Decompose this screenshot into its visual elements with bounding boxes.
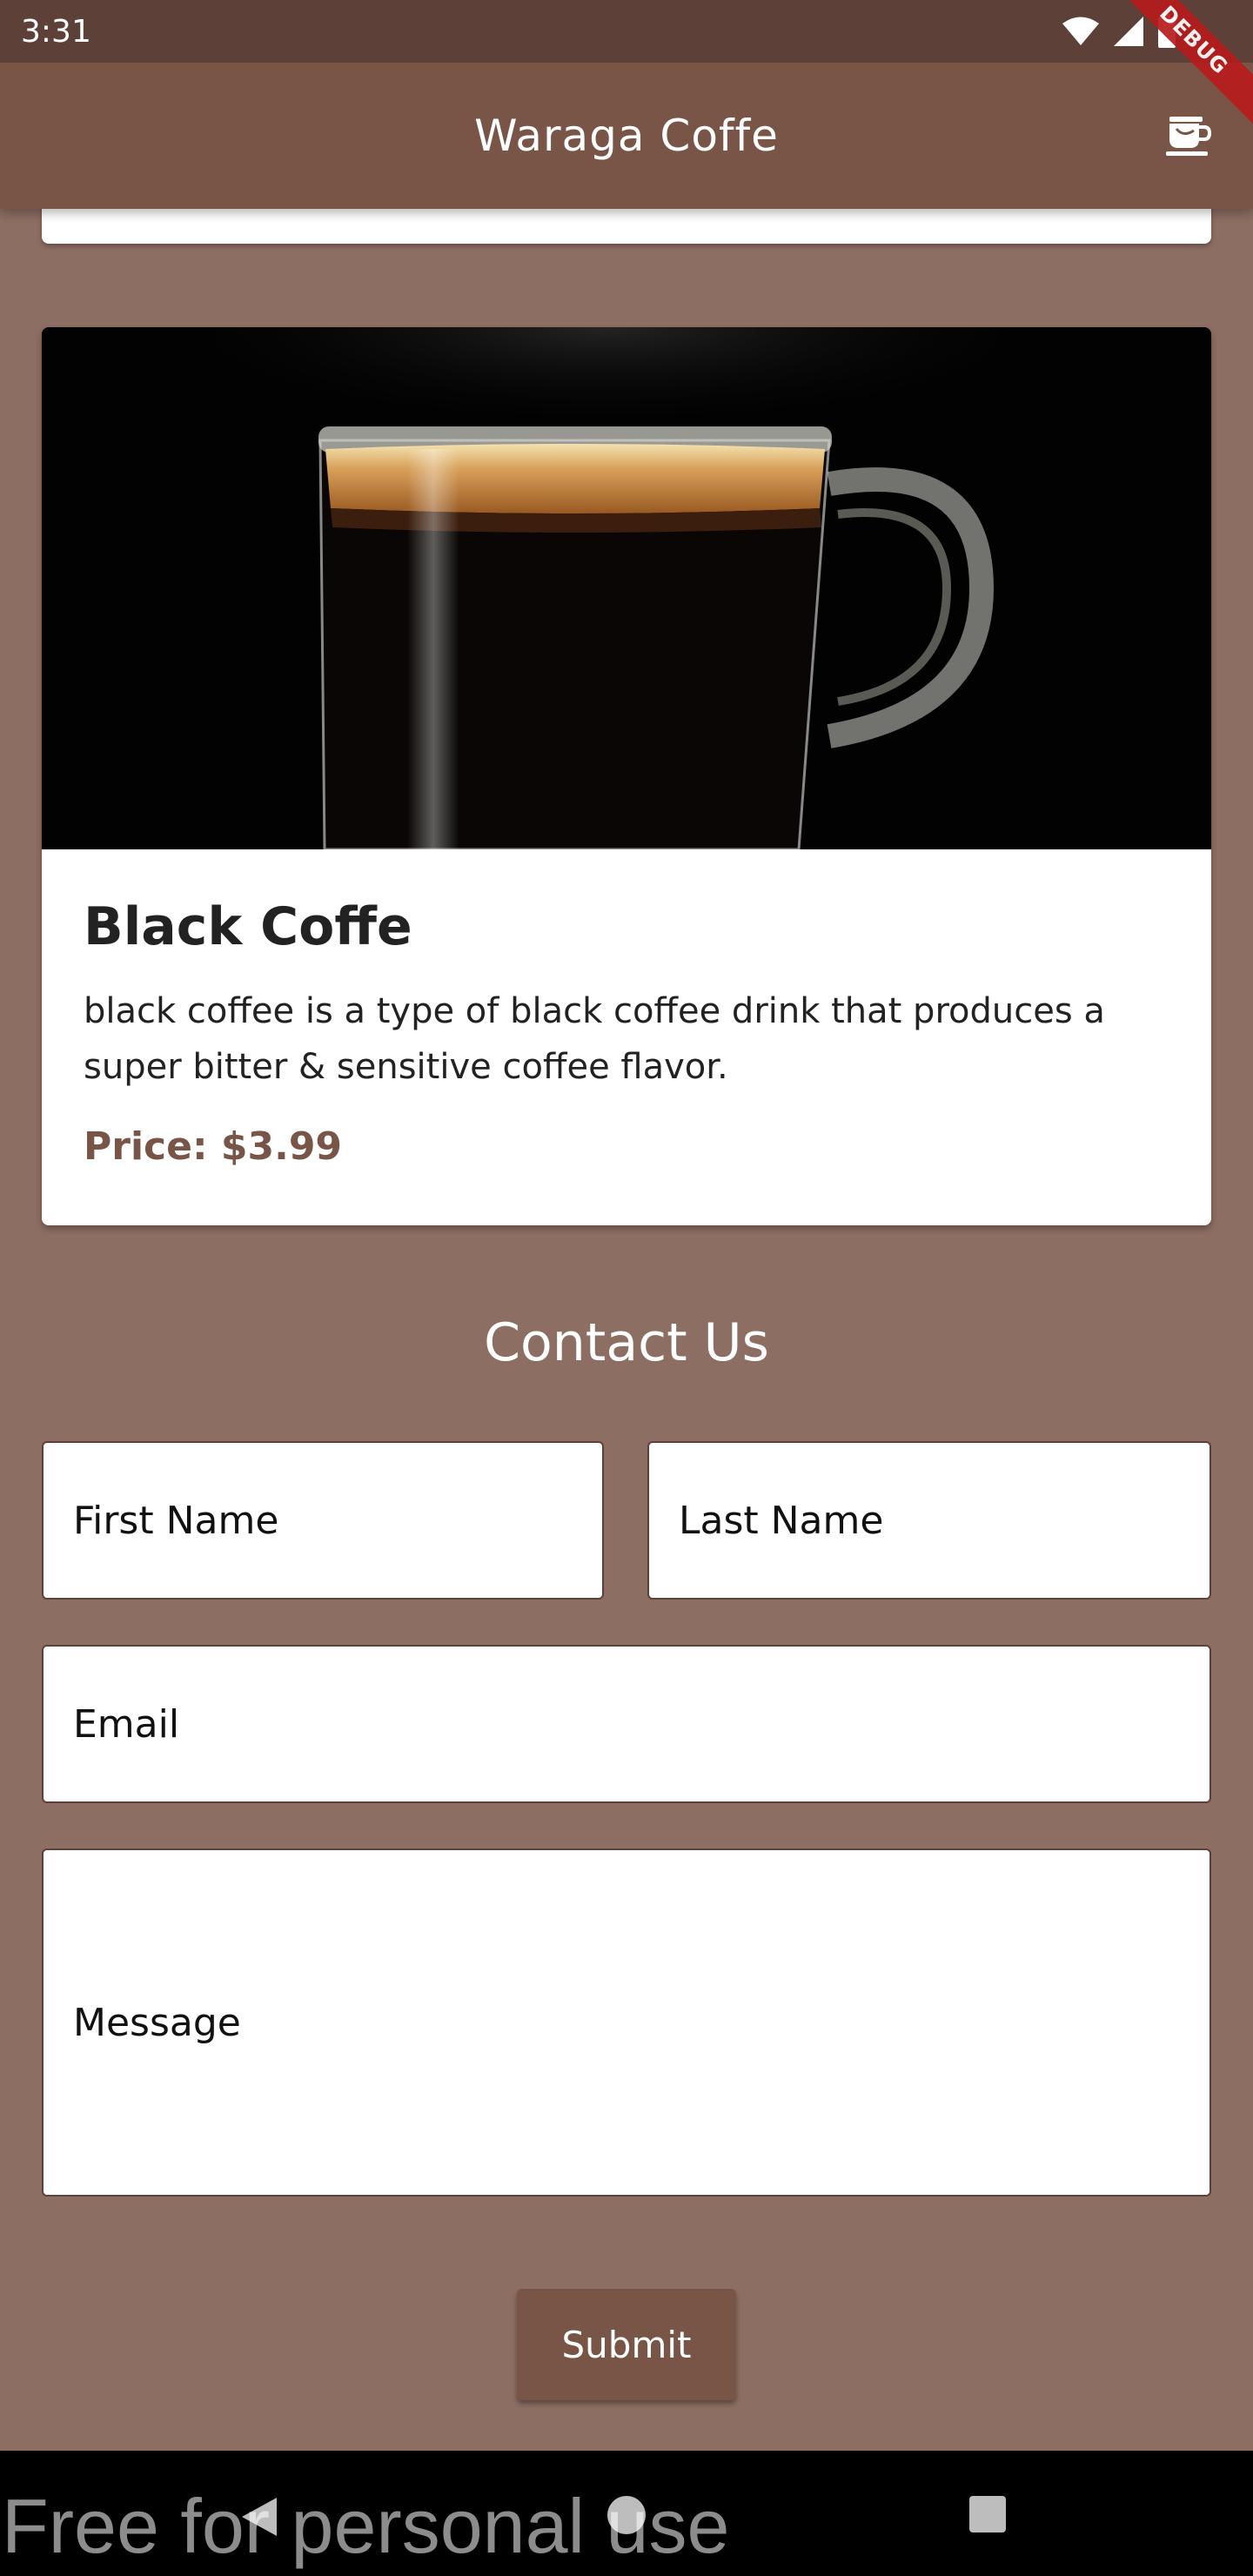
last-name-field[interactable]: Last Name bbox=[647, 1441, 1211, 1600]
product-price: Price: $3.99 bbox=[84, 1124, 343, 1169]
contact-title: Contact Us bbox=[484, 1312, 769, 1373]
submit-button[interactable]: Submit bbox=[517, 2289, 736, 2400]
status-time: 3:31 bbox=[21, 13, 91, 50]
product-description: black coffee is a type of black coffee d… bbox=[84, 991, 1105, 1087]
coffee-image bbox=[42, 327, 1211, 849]
product-card-body: Black Coffe black coffee is a type of bl… bbox=[42, 849, 1211, 1169]
first-name-field[interactable]: First Name bbox=[42, 1441, 604, 1600]
signal-icon bbox=[1114, 17, 1143, 46]
coffee-cup-icon[interactable] bbox=[1164, 111, 1213, 160]
status-bar: 3:31 bbox=[0, 0, 1253, 63]
product-card: Black Coffe black coffee is a type of bl… bbox=[42, 327, 1211, 1225]
app-bar: Waraga Coffe bbox=[0, 63, 1253, 209]
product-title: Black Coffe bbox=[84, 896, 412, 957]
email-field[interactable]: Email bbox=[42, 1645, 1211, 1803]
screen: 3:31 DEBUG Waraga Coffe Black Coffe blac… bbox=[0, 0, 1253, 2576]
message-field[interactable]: Message bbox=[42, 1848, 1211, 2197]
wifi-icon bbox=[1062, 17, 1099, 45]
recent-apps-icon[interactable] bbox=[968, 2494, 1008, 2534]
app-title: Waraga Coffe bbox=[474, 111, 779, 161]
watermark: Free for personal use bbox=[2, 2483, 730, 2569]
